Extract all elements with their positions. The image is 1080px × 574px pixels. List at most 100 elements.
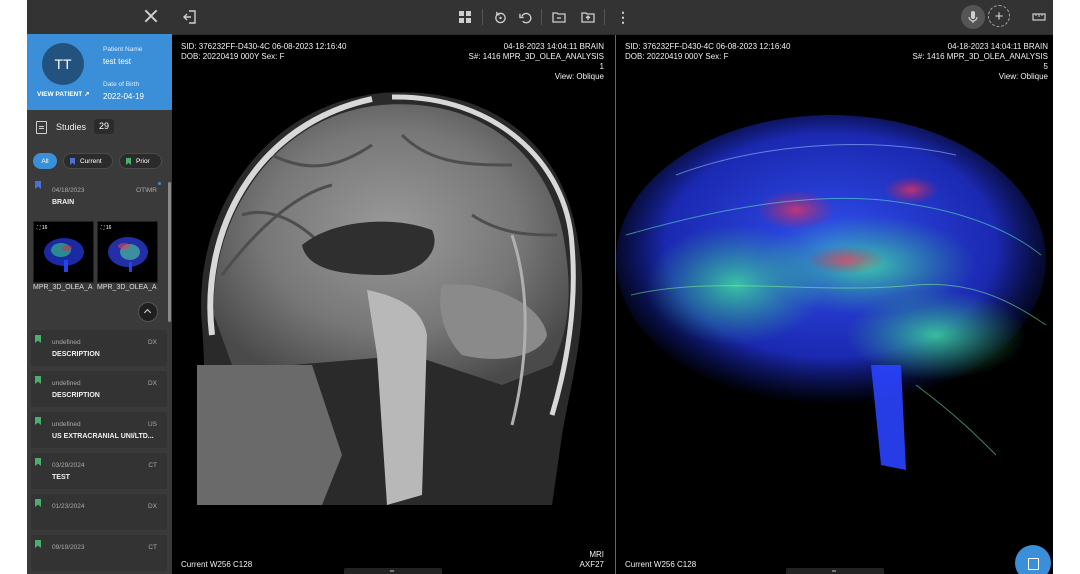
series-id-overlay: SID: 376232FF-D430-4C 06-08-2023 12:16:4… (181, 42, 347, 51)
report-fab-button[interactable] (1015, 545, 1051, 574)
bookmark-icon (35, 335, 41, 343)
layout-button[interactable] (454, 6, 476, 28)
study-date: undefined (52, 380, 81, 387)
study-card[interactable]: 09/19/2023 CT (31, 535, 167, 571)
study-card[interactable]: undefined US US EXTRACRANIAL UNI/LTD... (31, 412, 167, 448)
toolbar-divider (604, 9, 605, 25)
window-level-overlay: Current W256 C128 (181, 560, 253, 569)
collapse-button[interactable] (138, 302, 158, 322)
bookmark-icon (35, 499, 41, 507)
filter-current[interactable]: Current (63, 153, 113, 169)
modality-overlay: MRI (589, 550, 604, 559)
series-count-badge: ⛶ 16 (101, 225, 112, 231)
study-date: undefined (52, 339, 81, 346)
export-folder-button[interactable] (577, 6, 599, 28)
sidebar-scrollbar[interactable] (168, 182, 171, 322)
study-description: DESCRIPTION (52, 351, 100, 358)
view-patient-label: VIEW PATIENT (37, 91, 83, 98)
measure-button[interactable] (1028, 6, 1050, 28)
image-number-overlay: 5 (1043, 62, 1048, 71)
ruler-icon (1032, 13, 1046, 21)
study-description: US EXTRACRANIAL UNI/LTD... (52, 433, 154, 440)
study-time-overlay: 04-18-2023 14:04:11 BRAIN (947, 42, 1048, 51)
study-card[interactable]: undefined DX DESCRIPTION (31, 330, 167, 366)
tractography-3d-image (616, 115, 1047, 470)
series-overlay: S#: 1416 MPR_3D_OLEA_ANALYSIS (468, 52, 604, 61)
dictation-button[interactable] (961, 5, 985, 29)
folder-icon (552, 12, 566, 23)
sidebar-header (27, 0, 172, 35)
filter-prior[interactable]: Prior (119, 153, 162, 169)
study-modality: DX (147, 503, 157, 510)
more-options-button[interactable]: ⋮ (612, 6, 634, 28)
undo-button[interactable] (514, 6, 536, 28)
dob-label: Date of Birth (103, 81, 140, 88)
study-time-overlay: 04-18-2023 14:04:11 BRAIN (503, 42, 604, 51)
bookmark-icon (35, 540, 41, 548)
filter-prior-label: Prior (136, 158, 150, 165)
series-count-badge: ⛶ 16 (37, 225, 48, 231)
exit-button[interactable] (179, 6, 201, 28)
study-description: DESCRIPTION (52, 392, 100, 399)
study-date: 09/19/2023 (52, 544, 85, 551)
main-toolbar: ⋮ + (172, 0, 1053, 35)
exit-icon (183, 10, 196, 24)
avatar: TT (42, 43, 84, 85)
dob-overlay: DOB: 20220419 000Y Sex: F (181, 52, 285, 61)
folder-export-icon (581, 12, 595, 23)
thumbnail-label: MPR_3D_OLEA_A (33, 284, 93, 291)
patient-name-label: Patient Name (103, 46, 143, 53)
tractography-thumbnail-image (44, 238, 84, 272)
study-modality: US (147, 421, 157, 428)
series-thumbnail[interactable]: ⛶ 16 (33, 221, 94, 283)
series-count: 16 (41, 225, 48, 231)
add-icon: + (994, 8, 1004, 25)
patient-name: test test (103, 57, 132, 66)
study-card[interactable]: 01/23/2024 DX (31, 494, 167, 530)
viewport-tractography[interactable]: SID: 376232FF-D430-4C 06-08-2023 12:16:4… (615, 35, 1053, 574)
undo-icon (518, 12, 531, 23)
study-modality: DX (147, 339, 157, 346)
studies-sidebar: TT VIEW PATIENT ↗ Patient Name test test… (27, 0, 172, 574)
series-count: 16 (105, 225, 112, 231)
filter-all-label: All (41, 158, 49, 165)
reset-button[interactable] (489, 6, 511, 28)
document-icon (36, 121, 47, 134)
viewport-scroll-handle[interactable] (786, 568, 884, 574)
series-thumbnail[interactable]: ⛶ 16 (97, 221, 158, 283)
study-date: 03/29/2024 (52, 462, 85, 469)
mri-sagittal-image (197, 92, 583, 505)
image-number-overlay: 1 (599, 62, 604, 71)
reset-icon (494, 11, 506, 23)
study-card[interactable]: undefined DX DESCRIPTION (31, 371, 167, 407)
studies-header: Studies 29 (27, 114, 172, 140)
study-date: 04/18/2023 (52, 187, 85, 194)
more-vertical-icon: ⋮ (616, 8, 630, 25)
study-modality: DX (147, 380, 157, 387)
thumbnail-label: MPR_3D_OLEA_A (97, 284, 157, 291)
microphone-icon (968, 11, 978, 23)
bookmark-icon (35, 181, 41, 189)
layout-grid-icon (459, 11, 471, 23)
new-indicator (158, 182, 161, 185)
filter-current-label: Current (80, 158, 102, 165)
study-card[interactable]: 03/29/2024 CT TEST (31, 453, 167, 489)
study-date: 01/23/2024 (52, 503, 85, 510)
study-modality: CT (148, 544, 157, 551)
viewer-app: TT VIEW PATIENT ↗ Patient Name test test… (27, 0, 1053, 574)
bookmark-icon (35, 417, 41, 425)
bookmark-icon (35, 376, 41, 384)
bookmark-icon (126, 158, 131, 165)
open-folder-button[interactable] (548, 6, 570, 28)
study-description: BRAIN (52, 199, 75, 206)
study-card-expanded[interactable]: 04/18/2023 OT\MR BRAIN (31, 176, 167, 216)
filter-all[interactable]: All (33, 153, 57, 169)
view-patient-link[interactable]: VIEW PATIENT ↗ (37, 90, 90, 98)
add-button[interactable]: + (988, 5, 1010, 27)
viewport-scroll-handle[interactable] (344, 568, 442, 574)
view-overlay: View: Oblique (554, 72, 604, 81)
close-icon[interactable] (144, 9, 158, 23)
bookmark-icon (70, 158, 75, 165)
study-description: TEST (52, 474, 70, 481)
viewport-mri[interactable]: SID: 376232FF-D430-4C 06-08-2023 12:16:4… (172, 35, 614, 574)
